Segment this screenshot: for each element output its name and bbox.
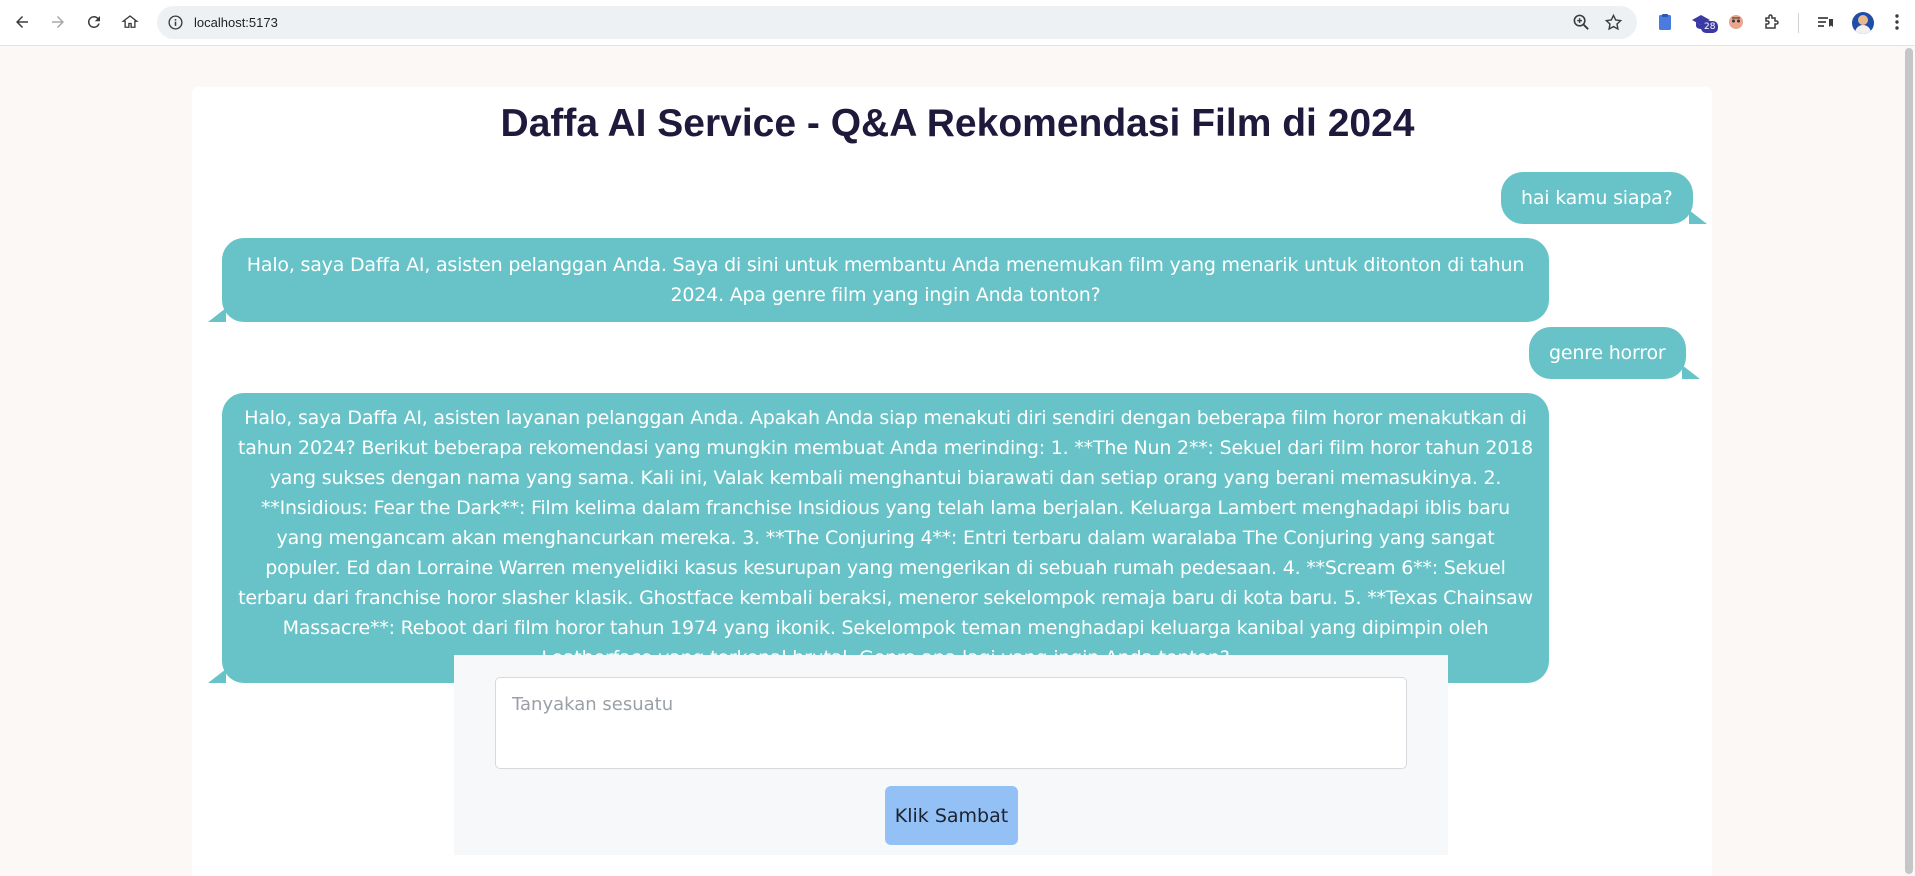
message-text: hai kamu siapa? [1521,187,1673,209]
message-text: Halo, saya Daffa AI, asisten layanan pel… [238,407,1533,669]
home-button[interactable] [118,10,142,34]
extension-clipboard[interactable] [1654,11,1676,33]
bubble-tail [208,669,226,683]
user-message: hai kamu siapa? [1501,172,1707,224]
reload-icon [87,15,100,28]
page-title: Daffa AI Service - Q&A Rekomendasi Film … [500,102,1415,145]
reload-button[interactable] [82,10,106,34]
message-text: genre horror [1549,342,1666,364]
message-text: Halo, saya Daffa AI, asisten pelanggan A… [246,254,1525,306]
home-icon [121,15,139,28]
page-scrollbar-thumb[interactable] [1905,48,1913,874]
bot-message: Halo, saya Daffa AI, asisten layanan pel… [208,393,1549,683]
puzzle-icon [1765,14,1779,29]
face-icon [1729,15,1743,29]
bubble-tail [1688,210,1707,224]
user-message: genre horror [1529,327,1700,379]
toolbar-separator [1798,13,1799,33]
bubble-tail [1681,365,1700,379]
url-text[interactable]: localhost:5173 [194,15,278,30]
extensions-button[interactable] [1761,11,1783,33]
extension-face[interactable] [1725,11,1747,33]
send-button[interactable]: Klik Sambat [885,786,1018,845]
star-icon[interactable] [1604,13,1623,32]
clipboard-icon [1659,14,1671,30]
forward-button[interactable] [46,10,70,34]
reading-list-icon [1818,17,1833,27]
extension-graduation[interactable]: 28 [1690,11,1719,33]
browser-toolbar: localhost:5173 28 [0,0,1915,46]
reading-list-button[interactable] [1814,11,1836,33]
profile-avatar[interactable] [1852,12,1874,34]
bubble-tail [208,308,226,322]
kebab-menu-icon [1895,14,1899,30]
back-button[interactable] [10,10,34,34]
zoom-icon[interactable] [1572,13,1591,32]
arrow-left-icon [16,16,28,28]
bot-message: Halo, saya Daffa AI, asisten pelanggan A… [208,238,1549,322]
address-bar[interactable]: localhost:5173 [157,6,1637,39]
extension-badge: 28 [1701,21,1719,33]
browser-menu-button[interactable] [1886,11,1908,33]
info-circle-icon[interactable] [167,14,184,31]
question-input[interactable] [495,677,1407,769]
arrow-right-icon [52,16,64,28]
